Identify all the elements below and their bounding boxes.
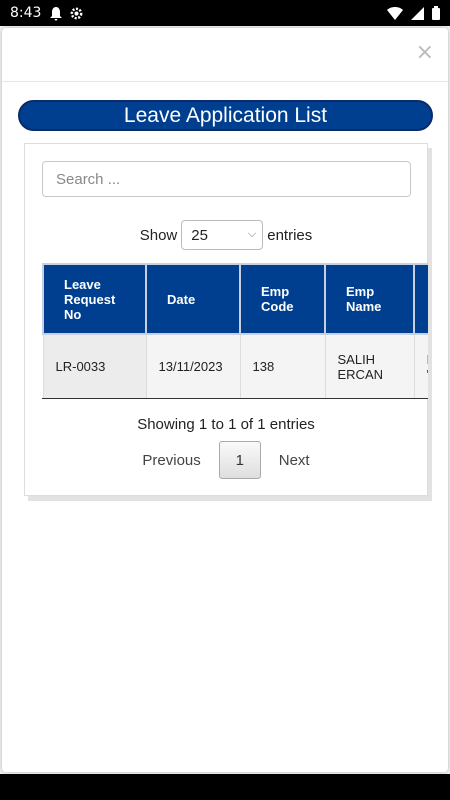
pagination: Previous 1 Next: [25, 440, 427, 480]
cellular-signal-icon: [411, 6, 424, 20]
battery-icon: [432, 6, 440, 20]
table-info: Showing 1 to 1 of 1 entries: [137, 416, 315, 433]
wifi-icon: [387, 6, 403, 20]
page-1-button[interactable]: 1: [218, 441, 261, 479]
settings-gear-icon: [71, 7, 83, 19]
notification-bell-icon: [50, 6, 63, 20]
cell-leave-request-no: LR-0033: [42, 333, 147, 398]
next-button[interactable]: Next: [279, 452, 310, 469]
cell-date: 13/11/2023: [145, 333, 241, 398]
leave-table: Leave Request No Date Emp Code Emp Name …: [42, 263, 428, 398]
column-header-emp-code[interactable]: Emp Code: [239, 263, 326, 335]
leave-table-scroll[interactable]: Leave Request No Date Emp Code Emp Name …: [42, 263, 428, 399]
column-header-next[interactable]: [413, 263, 428, 335]
cell-emp-code: 138: [239, 333, 326, 398]
table-header-row: Leave Request No Date Emp Code Emp Name: [42, 263, 428, 335]
status-bar: 8:43: [0, 0, 450, 26]
list-panel: Show 25 ⌵ entries Leave Request No Date: [24, 143, 428, 496]
navigation-bar: [0, 774, 450, 800]
cell-emp-name: SALIH ERCAN: [324, 333, 415, 398]
chevron-down-icon: ⌵: [247, 227, 257, 240]
search-input[interactable]: [42, 161, 411, 197]
modal-header: ×: [2, 28, 448, 82]
page-title: Leave Application List: [18, 100, 433, 131]
app-screen: × Leave Application List Show 25 ⌵ entri…: [0, 26, 450, 774]
column-header-emp-name[interactable]: Emp Name: [324, 263, 415, 335]
modal-dialog: × Leave Application List Show 25 ⌵ entri…: [2, 28, 448, 772]
column-header-date[interactable]: Date: [145, 263, 241, 335]
show-label: Show: [139, 226, 178, 244]
column-header-leave-request-no[interactable]: Leave Request No: [42, 263, 147, 335]
cell-truncated: Ir s 'C: [413, 333, 428, 398]
status-time: 8:43: [10, 5, 42, 21]
entries-select-value: 25: [191, 226, 208, 244]
entries-select[interactable]: 25 ⌵: [181, 220, 264, 250]
table-row[interactable]: LR-0033 13/11/2023 138 SALIH ERCAN Ir s …: [42, 333, 428, 398]
entries-label: entries: [267, 226, 313, 244]
entries-length-control: Show 25 ⌵ entries: [25, 219, 427, 251]
close-button[interactable]: ×: [416, 42, 434, 64]
previous-button[interactable]: Previous: [142, 452, 200, 469]
